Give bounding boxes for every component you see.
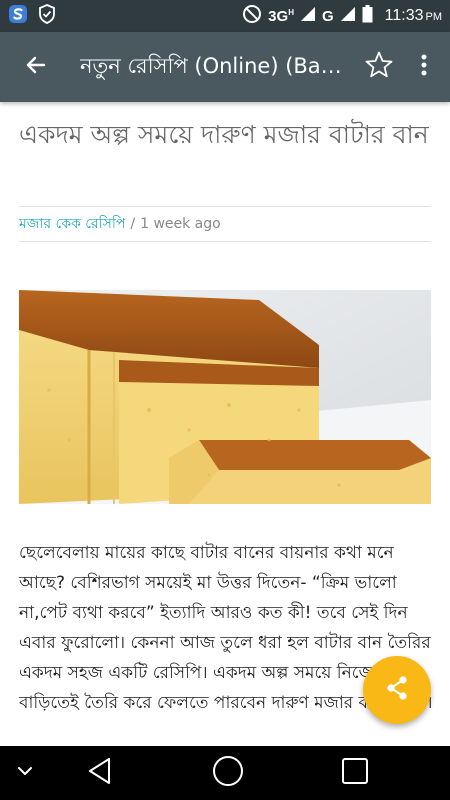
chevron-down-icon <box>15 761 35 785</box>
share-icon <box>384 675 410 705</box>
butter-cake-image <box>19 290 431 504</box>
dnd-icon <box>242 4 262 28</box>
favorite-button[interactable] <box>354 32 404 102</box>
article-title: একদম অল্প সময়ে দারুণ মজার বাটার বান <box>19 120 429 149</box>
s-logo-icon <box>8 4 28 29</box>
home-circle-icon <box>212 755 244 791</box>
navigation-bar <box>0 746 450 800</box>
app-title: নতুন রেসিপি (Online) (Bangla Recipe) <box>80 53 354 78</box>
nav-recents-button[interactable] <box>305 757 405 789</box>
recents-square-icon <box>341 757 369 789</box>
clock: 11:33 PM <box>384 7 442 24</box>
more-options-button[interactable] <box>404 32 444 102</box>
category-link[interactable]: মজার কেক রেসিপি <box>19 212 125 236</box>
network-type: 3GH <box>268 7 294 25</box>
network-type-2: G <box>321 7 334 25</box>
nav-home-button[interactable] <box>150 755 305 791</box>
hide-keyboard-button[interactable] <box>0 761 50 785</box>
arrow-left-icon <box>24 53 48 81</box>
time-ago: 1 week ago <box>140 216 221 232</box>
nav-back-button[interactable] <box>50 757 150 789</box>
app-bar: নতুন রেসিপি (Online) (Bangla Recipe) <box>0 32 450 102</box>
back-triangle-icon <box>87 757 113 789</box>
status-bar: 3GH G 11:33 PM <box>0 0 450 32</box>
share-button[interactable] <box>363 656 431 724</box>
back-button[interactable] <box>6 32 66 102</box>
battery-icon <box>362 5 373 27</box>
signal-icon <box>300 6 316 26</box>
star-outline-icon <box>364 50 394 84</box>
more-vertical-icon <box>420 53 428 81</box>
article-content[interactable]: একদম অল্প সময়ে দারুণ মজার বাটার বান মজা… <box>0 102 450 746</box>
signal-icon <box>340 6 356 26</box>
meta-separator: / <box>130 216 136 232</box>
shield-check-icon <box>38 3 56 29</box>
article-meta: মজার কেক রেসিপি / 1 week ago <box>19 206 431 242</box>
